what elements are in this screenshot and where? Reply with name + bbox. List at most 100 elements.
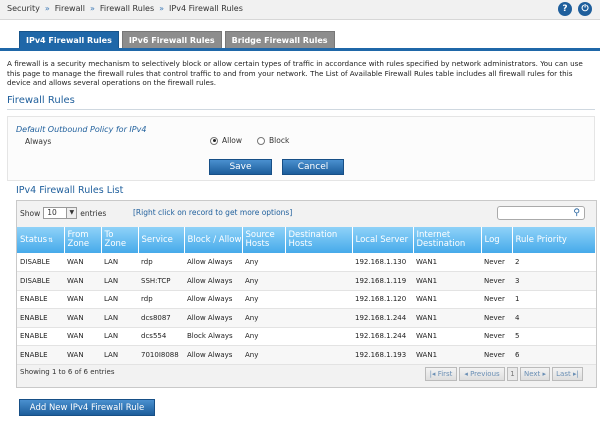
column-header-service[interactable]: Service (138, 227, 185, 253)
cell-rule-priority: 2 (512, 253, 596, 272)
cell-block-allow: Allow Always (184, 271, 242, 291)
table-row[interactable]: ENABLE WAN LAN rdp Allow Always Any 192.… (17, 290, 596, 309)
tab-underline (0, 48, 600, 51)
cell-internet-destination: WAN1 (413, 290, 481, 309)
cell-to-zone: LAN (101, 327, 138, 346)
column-header-local-server[interactable]: Local Server (352, 227, 414, 253)
tab-ipv6-firewall-rules[interactable]: IPv6 Firewall Rules (121, 31, 222, 48)
column-header-block-allow[interactable]: Block / Allow (184, 227, 243, 253)
cell-block-allow: Allow Always (184, 290, 242, 309)
cell-service: rdp (138, 290, 184, 309)
cell-local-server: 192.168.1.120 (352, 290, 413, 309)
page-size-control: Show 10 ▼ entries (20, 207, 106, 219)
cell-to-zone: LAN (101, 271, 138, 291)
cell-from-zone: WAN (64, 253, 101, 272)
entries-summary: Showing 1 to 6 of 6 entries (20, 368, 115, 376)
breadcrumb-item-firewall-rules[interactable]: Firewall Rules (100, 4, 154, 13)
column-header-log[interactable]: Log (481, 227, 513, 253)
cell-source-hosts: Any (242, 253, 285, 272)
cell-status: ENABLE (17, 327, 64, 346)
radio-allow-indicator[interactable] (210, 136, 218, 145)
cell-internet-destination: WAN1 (413, 308, 481, 328)
pager-first-button[interactable]: |◂ First (425, 367, 457, 381)
cancel-button[interactable]: Cancel (282, 159, 344, 175)
radio-block[interactable]: Block (257, 136, 289, 145)
cell-status: ENABLE (17, 290, 64, 309)
help-icon[interactable]: ? (558, 2, 572, 16)
cell-destination-hosts (285, 345, 352, 365)
add-new-firewall-rule-button[interactable]: Add New IPv4 Firewall Rule (19, 399, 155, 416)
table-header-row: Status⇅ From Zone To Zone Service Block … (17, 227, 596, 253)
cell-from-zone: WAN (64, 327, 101, 346)
cell-internet-destination: WAN1 (413, 253, 481, 272)
breadcrumb-separator: » (44, 4, 50, 13)
cell-destination-hosts (285, 253, 352, 272)
cell-from-zone: WAN (64, 290, 101, 309)
cell-block-allow: Allow Always (184, 345, 242, 365)
breadcrumb-separator: » (89, 4, 95, 13)
table-row[interactable]: DISABLE WAN LAN SSH:TCP Allow Always Any… (17, 271, 596, 291)
rules-table: Status⇅ From Zone To Zone Service Block … (17, 227, 596, 365)
sort-icon[interactable]: ⇅ (48, 237, 53, 244)
pager-previous-button[interactable]: ◂ Previous (459, 367, 505, 381)
cell-status: ENABLE (17, 308, 64, 328)
pager-page-1[interactable]: 1 (507, 367, 518, 381)
cell-to-zone: LAN (101, 253, 138, 272)
table-row[interactable]: ENABLE WAN LAN 7010I8088 Allow Always An… (17, 345, 596, 365)
pager-next-button[interactable]: Next ▸ (520, 367, 550, 381)
cell-rule-priority: 6 (512, 345, 596, 365)
cell-log: Never (481, 290, 512, 309)
cell-log: Never (481, 253, 512, 272)
tab-ipv4-firewall-rules[interactable]: IPv4 Firewall Rules (19, 31, 119, 48)
tab-bridge-firewall-rules[interactable]: Bridge Firewall Rules (224, 31, 335, 48)
cell-service: SSH:TCP (138, 271, 184, 291)
column-header-status[interactable]: Status⇅ (17, 227, 65, 253)
section-divider (7, 109, 595, 110)
cell-local-server: 192.168.1.119 (352, 271, 413, 291)
page-size-select[interactable]: 10 ▼ (43, 207, 78, 219)
breadcrumb-item-security[interactable]: Security (7, 4, 40, 13)
column-header-to-zone[interactable]: To Zone (101, 227, 139, 253)
cell-source-hosts: Any (242, 327, 285, 346)
cell-source-hosts: Any (242, 271, 285, 291)
cell-from-zone: WAN (64, 271, 101, 291)
cell-rule-priority: 3 (512, 271, 596, 291)
right-click-hint: [Right click on record to get more optio… (133, 208, 293, 217)
column-header-from-zone[interactable]: From Zone (64, 227, 102, 253)
cell-source-hosts: Any (242, 345, 285, 365)
cell-status: ENABLE (17, 345, 64, 365)
cell-to-zone: LAN (101, 290, 138, 309)
table-row[interactable]: ENABLE WAN LAN dcs554 Block Always Any 1… (17, 327, 596, 346)
cell-internet-destination: WAN1 (413, 271, 481, 291)
save-button[interactable]: Save (209, 159, 272, 175)
pager-last-button[interactable]: Last ▸| (552, 367, 583, 381)
radio-block-indicator[interactable] (257, 136, 265, 145)
table-row[interactable]: ENABLE WAN LAN dcs8087 Allow Always Any … (17, 308, 596, 328)
breadcrumb-item-firewall[interactable]: Firewall (55, 4, 85, 13)
column-header-internet-destination[interactable]: Internet Destination (413, 227, 482, 253)
cell-source-hosts: Any (242, 290, 285, 309)
cell-rule-priority: 4 (512, 308, 596, 328)
cell-block-allow: Allow Always (184, 253, 242, 272)
logout-icon[interactable]: ⏻ (578, 2, 592, 16)
column-header-rule-priority[interactable]: Rule Priority (512, 227, 596, 253)
cell-destination-hosts (285, 308, 352, 328)
search-input[interactable]: ⚲ (497, 206, 585, 220)
cell-source-hosts: Any (242, 308, 285, 328)
first-icon: |◂ (429, 370, 438, 378)
section-title: Firewall Rules (7, 95, 75, 106)
next-icon: ▸ (540, 370, 547, 378)
chevron-down-icon[interactable]: ▼ (66, 208, 77, 218)
column-header-source-hosts[interactable]: Source Hosts (242, 227, 286, 253)
column-header-destination-hosts[interactable]: Destination Hosts (285, 227, 353, 253)
radio-allow[interactable]: Allow (210, 136, 242, 145)
cell-status: DISABLE (17, 271, 64, 291)
cell-local-server: 192.168.1.244 (352, 308, 413, 328)
table-row[interactable]: DISABLE WAN LAN rdp Allow Always Any 192… (17, 253, 596, 272)
cell-log: Never (481, 308, 512, 328)
cell-service: 7010I8088 (138, 345, 184, 365)
cell-from-zone: WAN (64, 308, 101, 328)
search-icon[interactable]: ⚲ (573, 208, 580, 218)
cell-internet-destination: WAN1 (413, 327, 481, 346)
page-size-value: 10 (47, 208, 57, 217)
